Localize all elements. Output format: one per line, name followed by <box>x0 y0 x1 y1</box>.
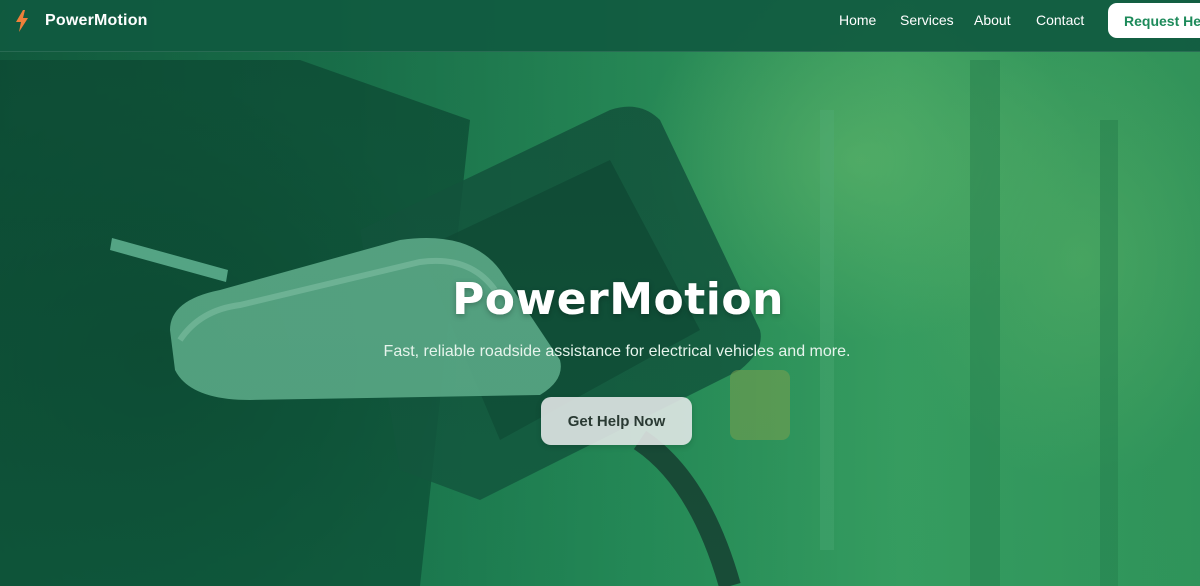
nav-link-services[interactable]: Services <box>900 12 954 28</box>
get-help-now-button[interactable]: Get Help Now <box>541 397 692 445</box>
brand-name: PowerMotion <box>45 12 148 29</box>
nav-link-home[interactable]: Home <box>839 12 876 28</box>
nav-link-contact[interactable]: Contact <box>1036 12 1084 28</box>
nav-link-about[interactable]: About <box>974 12 1011 28</box>
hero-title: PowerMotion <box>452 274 784 325</box>
brand-logo[interactable]: PowerMotion <box>14 9 148 33</box>
hero-subtitle: Fast, reliable roadside assistance for e… <box>383 343 851 360</box>
lightning-bolt-icon <box>14 10 30 32</box>
request-help-button[interactable]: Request Help <box>1108 3 1200 38</box>
top-navbar: PowerMotion Home Services About Contact … <box>0 0 1200 52</box>
